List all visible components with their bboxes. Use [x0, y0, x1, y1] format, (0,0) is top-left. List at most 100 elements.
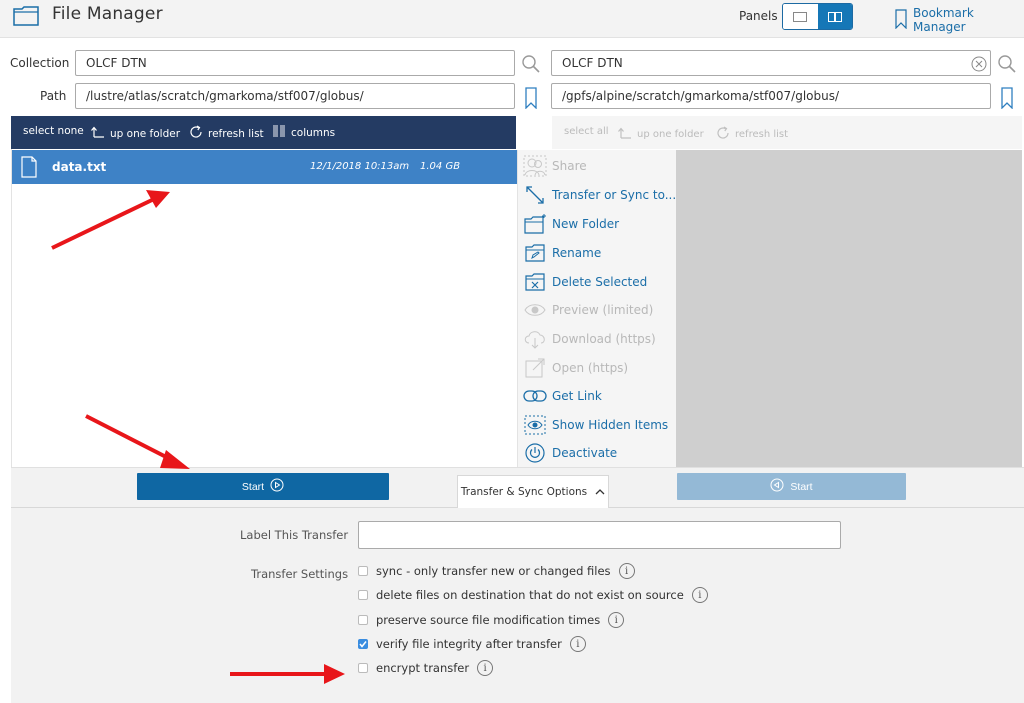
rename-menu-item[interactable]: Rename: [518, 239, 677, 267]
rename-label: Rename: [552, 246, 602, 260]
start-transfer-right-button[interactable]: Start: [677, 473, 906, 500]
left-toolbar: select none up one folder refresh list c…: [11, 116, 544, 149]
info-icon[interactable]: i: [691, 587, 708, 603]
dual-panel-button[interactable]: [817, 4, 852, 29]
right-search-icon[interactable]: [995, 53, 1019, 75]
open-icon: [518, 355, 552, 381]
dual-panel-icon: [827, 7, 842, 26]
share-label: Share: [552, 159, 587, 173]
right-path-input[interactable]: /gpfs/alpine/scratch/gmarkoma/stf007/glo…: [551, 83, 991, 109]
left-up-one-folder-button[interactable]: up one folder: [91, 125, 180, 142]
option-sync[interactable]: sync - only transfer new or changed file…: [358, 563, 635, 579]
play-icon: [270, 478, 284, 495]
delete-selected-label: Delete Selected: [552, 275, 648, 289]
option-verify-integrity[interactable]: verify file integrity after transfer i: [358, 636, 586, 652]
preview-menu-item[interactable]: Preview (limited): [518, 296, 677, 324]
preserve-mtime-checkbox[interactable]: [358, 615, 368, 625]
right-refresh-list-button[interactable]: refresh list: [716, 126, 788, 143]
preserve-mtime-option-label: preserve source file modification times: [376, 613, 601, 627]
chevron-up-icon: [595, 486, 605, 498]
left-collection-input[interactable]: OLCF DTN: [75, 50, 515, 76]
left-refresh-list-button[interactable]: refresh list: [189, 125, 264, 142]
new-folder-label: New Folder: [552, 217, 620, 231]
options-tab-label: Transfer & Sync Options: [460, 486, 588, 498]
start-transfer-left-button[interactable]: Start: [137, 473, 389, 500]
play-reverse-icon: [770, 478, 784, 495]
power-icon: [518, 440, 552, 466]
transfer-or-sync-menu-item[interactable]: Transfer or Sync to...: [518, 181, 677, 209]
right-up-one-folder-button[interactable]: up one folder: [618, 126, 704, 143]
start-left-label: Start: [241, 480, 265, 493]
open-menu-item[interactable]: Open (https): [518, 354, 677, 382]
right-path-bookmark-icon[interactable]: [998, 86, 1016, 110]
show-hidden-items-menu-item[interactable]: Show Hidden Items: [518, 411, 677, 439]
deactivate-menu-item[interactable]: Deactivate: [518, 439, 677, 467]
collapse-menu-icon[interactable]: [526, 125, 544, 144]
label-this-transfer-input[interactable]: [358, 521, 841, 549]
single-panel-button[interactable]: [783, 4, 818, 29]
file-row-data-txt[interactable]: data.txt 12/1/2018 10:13am 1.04 GB: [12, 150, 517, 184]
left-path-bookmark-icon[interactable]: [522, 86, 540, 110]
transfer-settings-label: Transfer Settings: [251, 567, 349, 581]
delete-destination-checkbox[interactable]: [358, 590, 368, 600]
info-icon[interactable]: i: [477, 660, 494, 676]
delete-selected-menu-item[interactable]: Delete Selected: [518, 268, 677, 296]
show-hidden-items-label: Show Hidden Items: [552, 418, 669, 432]
up-one-folder-label: up one folder: [110, 127, 181, 140]
file-name: data.txt: [52, 160, 107, 174]
top-bar: File Manager Panels Bookmark Manager: [0, 0, 1024, 38]
up-folder-icon: [91, 125, 105, 142]
right-collection-input[interactable]: OLCF DTN: [551, 50, 991, 76]
columns-icon: [273, 125, 286, 140]
right-file-list[interactable]: [676, 150, 1022, 467]
info-icon[interactable]: i: [608, 612, 625, 628]
info-icon[interactable]: i: [569, 636, 586, 652]
actions-menu: Share Transfer or Sync to... New Folder …: [517, 150, 676, 467]
left-search-icon[interactable]: [519, 53, 543, 75]
open-label: Open (https): [552, 361, 629, 375]
transfer-sync-options-tab[interactable]: Transfer & Sync Options: [457, 475, 609, 508]
page-title: File Manager: [52, 4, 163, 24]
clear-collection-icon[interactable]: [970, 55, 988, 73]
bookmark-manager-label: Bookmark Manager: [913, 6, 974, 34]
new-folder-menu-item[interactable]: New Folder: [518, 210, 677, 238]
refresh-icon: [716, 126, 730, 143]
option-preserve-mtime[interactable]: preserve source file modification times …: [358, 612, 625, 628]
refresh-list-label: refresh list: [208, 127, 264, 140]
select-all-label: select all: [564, 126, 609, 137]
select-none-button[interactable]: select none: [23, 125, 84, 137]
collection-label: Collection: [10, 56, 70, 70]
left-file-list[interactable]: data.txt 12/1/2018 10:13am 1.04 GB: [11, 149, 517, 467]
label-this-transfer-label: Label This Transfer: [240, 528, 349, 542]
folder-icon: [12, 4, 40, 32]
get-link-menu-item[interactable]: Get Link: [518, 382, 677, 410]
columns-button[interactable]: columns: [273, 125, 335, 140]
get-link-label: Get Link: [552, 389, 602, 403]
verify-integrity-checkbox[interactable]: [358, 639, 368, 649]
info-icon[interactable]: i: [618, 563, 635, 579]
preview-label: Preview (limited): [552, 303, 654, 317]
share-menu-item[interactable]: Share: [518, 152, 677, 180]
share-icon: [518, 153, 552, 179]
sync-checkbox[interactable]: [358, 566, 368, 576]
deactivate-label: Deactivate: [552, 446, 618, 460]
option-encrypt[interactable]: encrypt transfer i: [358, 660, 494, 676]
single-panel-icon: [793, 7, 808, 26]
download-menu-item[interactable]: Download (https): [518, 325, 677, 353]
left-path-input[interactable]: /lustre/atlas/scratch/gmarkoma/stf007/gl…: [75, 83, 515, 109]
download-icon: [518, 326, 552, 352]
encrypt-checkbox[interactable]: [358, 663, 368, 673]
link-icon: [518, 383, 552, 409]
option-delete-on-destination[interactable]: delete files on destination that do not …: [358, 587, 708, 603]
bookmark-manager-link[interactable]: Bookmark Manager: [895, 6, 1024, 34]
path-label: Path: [40, 89, 67, 103]
hidden-items-icon: [518, 412, 552, 438]
up-folder-icon: [618, 126, 632, 143]
columns-label: columns: [291, 126, 336, 139]
panels-toggle[interactable]: [782, 3, 853, 30]
select-all-button[interactable]: select all: [564, 126, 609, 137]
panels-label: Panels: [739, 9, 778, 23]
transfer-icon: [518, 182, 552, 208]
file-icon: [21, 156, 37, 182]
eye-icon: [518, 297, 552, 323]
